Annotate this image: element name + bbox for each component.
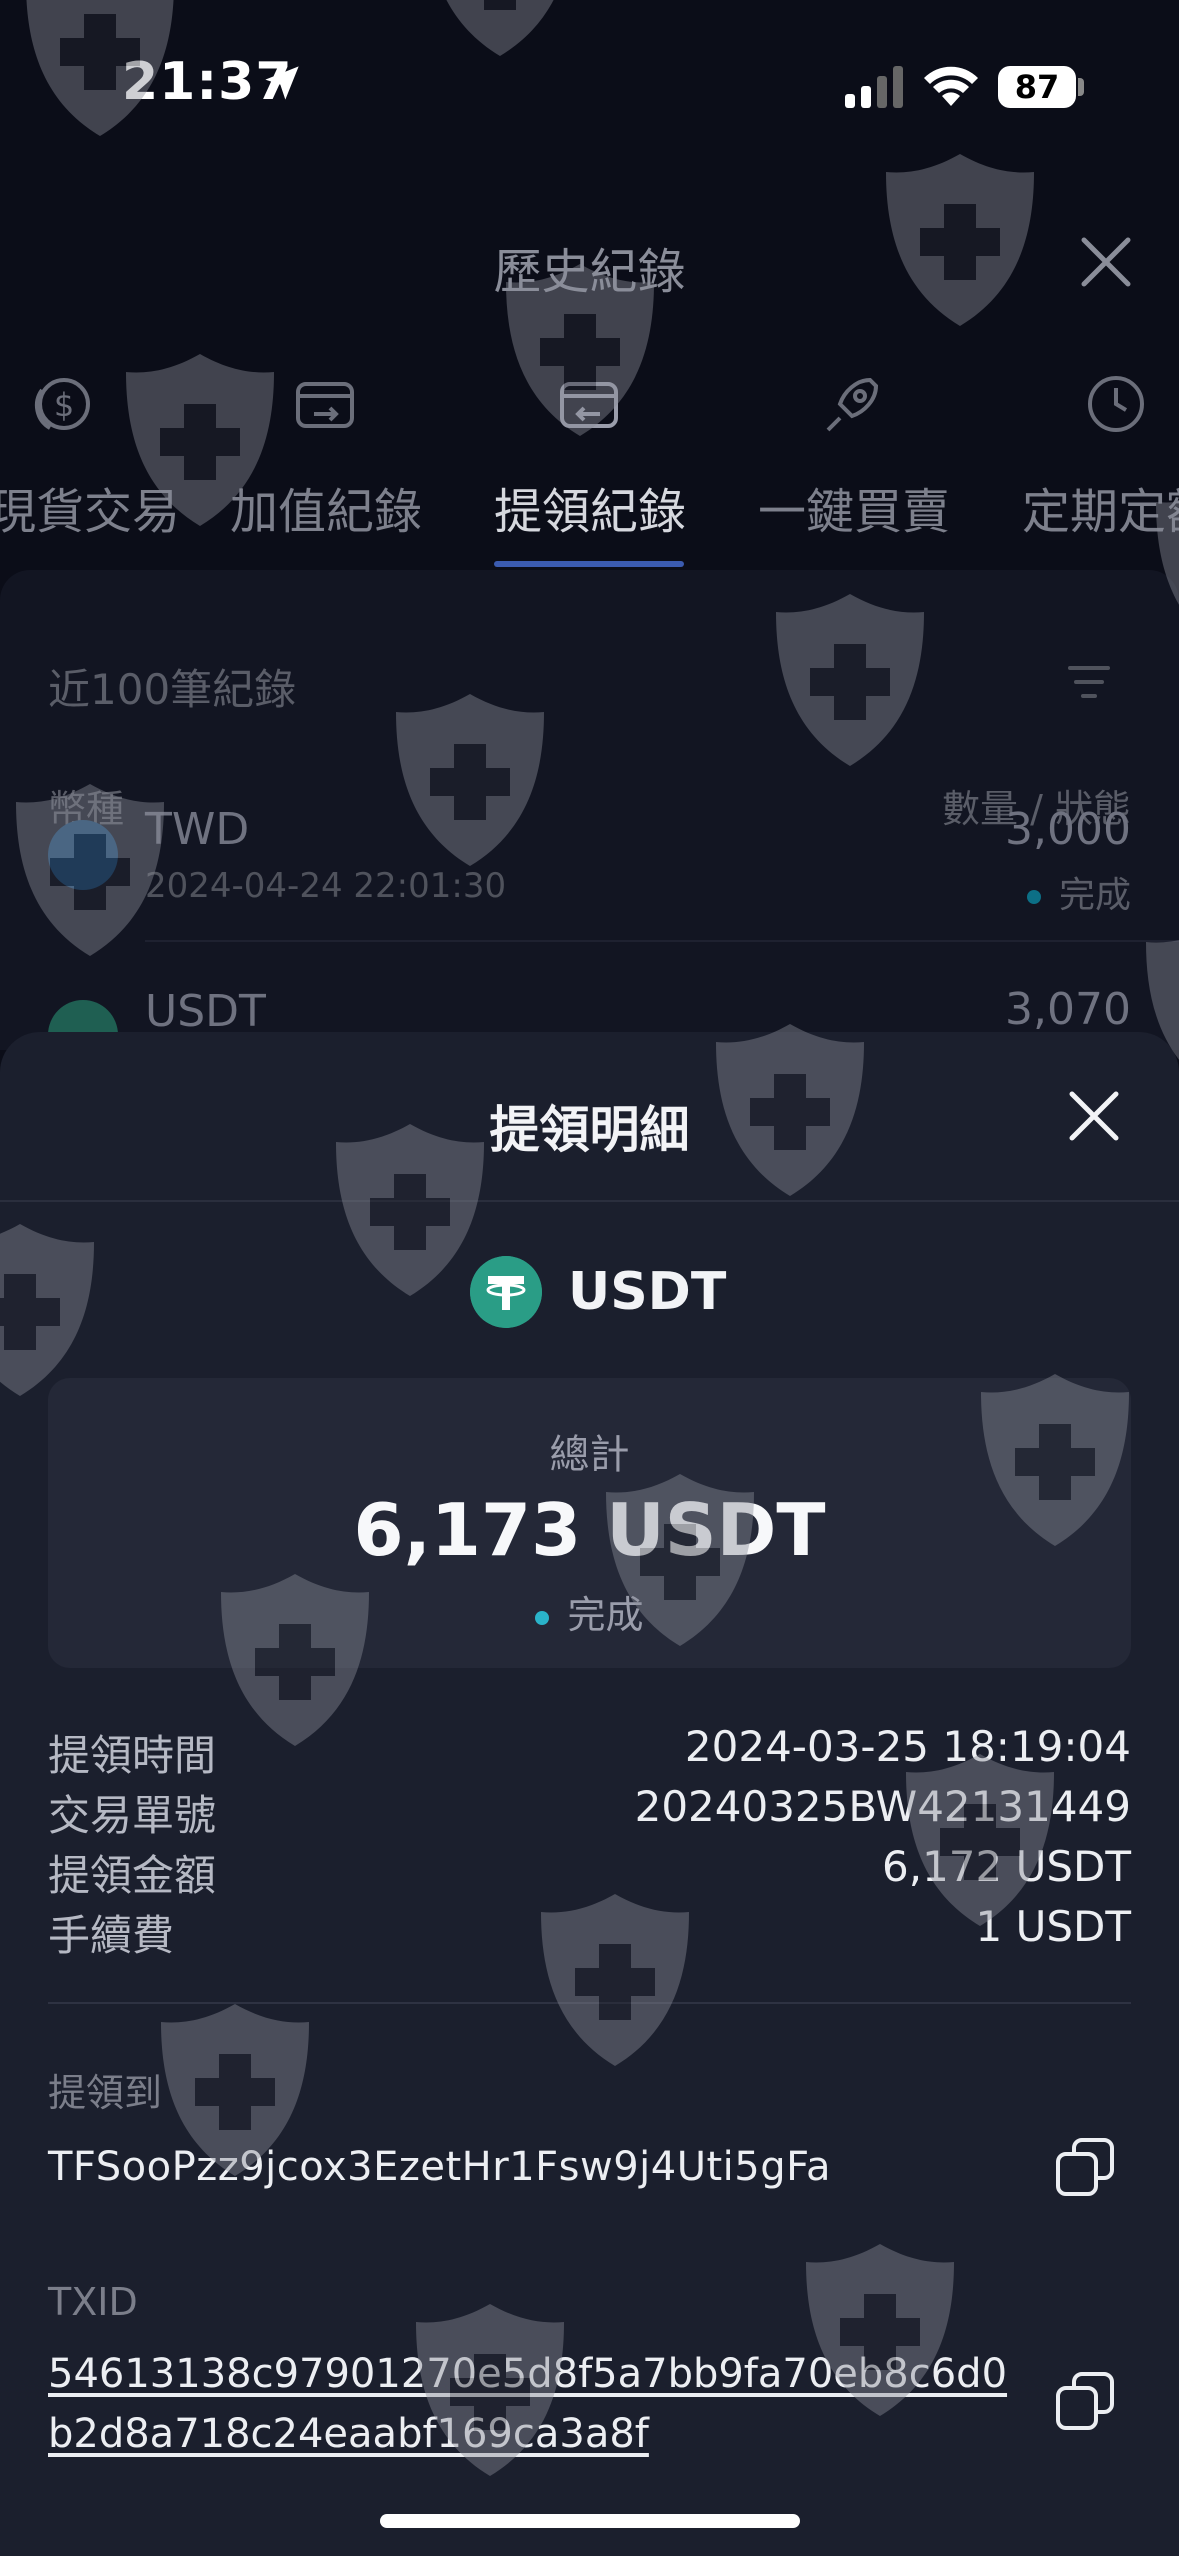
list-item-status: 完成 [1026,866,1131,918]
tab-withdraw-history[interactable]: 提領紀錄 [494,472,686,542]
list-item-amount: 3,070 [1005,984,1131,1035]
active-tab-indicator [494,561,684,567]
row-divider [145,940,1179,942]
location-arrow-icon [265,66,299,100]
destination-label: 提領到 [48,2071,163,2115]
detail-label-order-id: 交易單號 [48,1791,217,1840]
list-item-coin[interactable]: USDT [145,986,266,1037]
list-item-date: 2024-04-24 22:01:30 [145,866,507,906]
status-dot [535,1610,550,1625]
detail-label-amount: 提領金額 [48,1851,217,1900]
wallet-out-icon[interactable] [554,370,624,440]
copy-txid-icon[interactable] [1054,2370,1116,2432]
detail-value-amount: 6,172 USDT [882,1842,1131,1891]
tab-quick-buy-sell[interactable]: 一鍵買賣 [758,472,950,542]
status-badge: 完成 [48,1584,1131,1639]
dollar-coin-icon[interactable]: $ [26,370,96,440]
twd-coin-icon [48,820,118,890]
coin-name: USDT [568,1262,727,1322]
battery-tip [1078,78,1084,96]
list-item-status-text: 完成 [1058,875,1131,916]
destination-address: TFSooPzz9jcox3EzetHr1Fsw9j4Uti5gFa [48,2144,831,2190]
total-amount: 6,173 USDT [353,1488,826,1572]
detail-label-time: 提領時間 [48,1731,217,1780]
list-item-amount: 3,000 [1005,804,1131,855]
detail-value-order-id: 20240325BW42131449 [634,1782,1131,1831]
txid-link[interactable]: 54613138c97901270e5d8f5a7bb9fa70eb8c6d0b… [48,2344,1008,2464]
copy-address-icon[interactable] [1054,2136,1116,2198]
tab-spot-trade[interactable]: 現貨交易 [0,472,180,542]
detail-value-time: 2024-03-25 18:19:04 [684,1722,1131,1771]
total-label: 總計 [549,1432,630,1478]
list-item-coin[interactable]: TWD [145,804,249,855]
sheet-title: 提領明細 [489,1101,690,1159]
home-indicator [380,2514,800,2528]
shield-watermark-icon [420,0,580,60]
rocket-icon[interactable] [818,370,888,440]
txid-label: TXID [48,2280,138,2324]
close-icon[interactable] [1066,1088,1122,1144]
cellular-signal-icon [845,66,903,108]
record-range-label: 近100筆紀錄 [48,665,297,714]
filter-icon[interactable] [1068,664,1110,700]
close-icon[interactable] [1076,232,1136,292]
sheet-divider [0,1200,1179,1202]
status-dot [1026,890,1041,904]
detail-value-fee: 1 USDT [975,1902,1131,1951]
svg-text:$: $ [54,386,74,424]
wifi-icon [924,66,978,106]
battery-level: 87 [998,66,1076,108]
tab-deposit-history[interactable]: 加值紀錄 [230,472,422,542]
status-text: 完成 [567,1593,644,1637]
tether-logo-icon [470,1256,542,1328]
section-divider [48,2002,1131,2004]
detail-label-fee: 手續費 [48,1911,175,1960]
wallet-in-icon[interactable] [290,370,360,440]
page-title: 歷史紀錄 [493,244,686,300]
tab-recurring-buy[interactable]: 定期定額 [1022,472,1179,542]
clock-dollar-icon[interactable] [1082,370,1152,440]
